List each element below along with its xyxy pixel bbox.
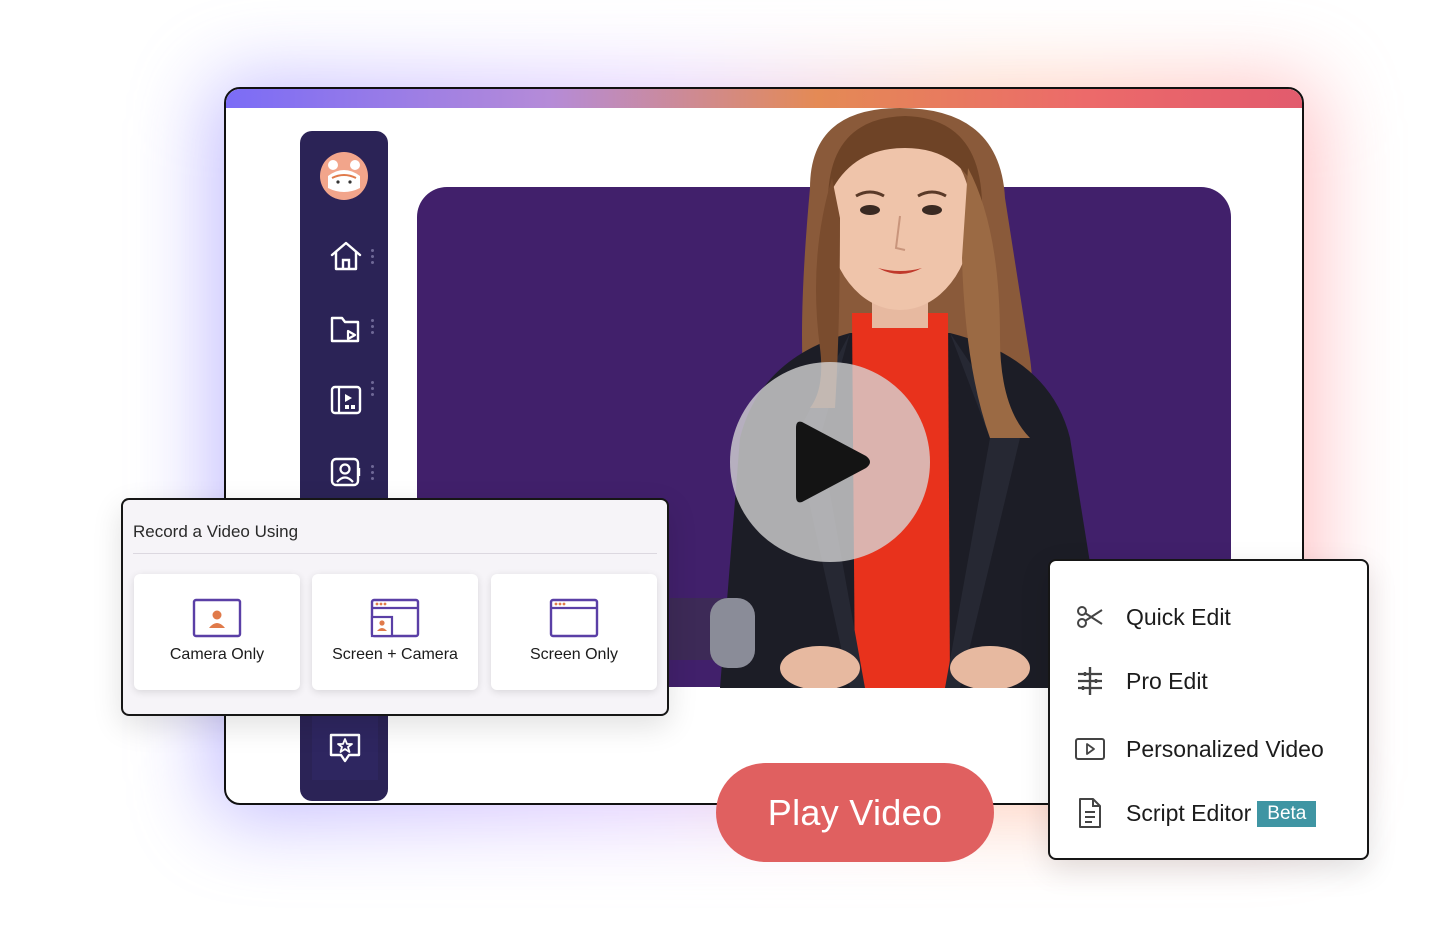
menu-item-script-editor[interactable]: Script Editor Beta: [1050, 793, 1367, 833]
sidebar-item-library[interactable]: [326, 380, 366, 420]
beta-badge: Beta: [1257, 800, 1317, 827]
screen-only-option[interactable]: Screen Only: [491, 574, 657, 690]
record-video-panel: Record a Video Using Camera Only Screen …: [121, 498, 669, 716]
sidebar-item-feedback[interactable]: [312, 716, 378, 780]
scissors-icon: [1074, 601, 1106, 633]
video-folder-icon: [330, 316, 360, 343]
quick-edit-label: Quick Edit: [1126, 603, 1231, 630]
screen-only-icon: [549, 598, 599, 638]
personalized-video-label: Personalized Video: [1126, 735, 1324, 762]
screen-camera-option[interactable]: Screen + Camera: [312, 574, 478, 690]
screen-camera-label: Screen + Camera: [332, 646, 458, 663]
video-library-icon: [330, 385, 362, 415]
camera-only-icon: [192, 598, 242, 638]
sidebar-item-home[interactable]: [326, 236, 366, 276]
video-play-button[interactable]: [730, 362, 930, 562]
video-play-icon: [1074, 733, 1106, 765]
menu-item-pro-edit[interactable]: Pro Edit: [1050, 661, 1367, 701]
screen-camera-icon: [370, 598, 420, 638]
sidebar-item-videos-more[interactable]: [371, 316, 375, 338]
sidebar-item-home-more[interactable]: [371, 246, 375, 268]
record-panel-title: Record a Video Using: [133, 522, 299, 541]
sidebar-item-contacts[interactable]: [326, 452, 366, 492]
camera-only-label: Camera Only: [169, 646, 265, 663]
avatar[interactable]: [320, 152, 368, 200]
script-editor-text: Script Editor: [1126, 799, 1252, 826]
home-icon: [330, 241, 362, 271]
sidebar-item-library-more[interactable]: [371, 378, 375, 400]
play-icon: [796, 421, 870, 503]
divider: [133, 553, 657, 554]
edit-menu: Quick Edit Pro Edit Personalized Video S…: [1048, 559, 1369, 860]
play-video-button[interactable]: Play Video: [716, 763, 994, 862]
contact-icon: [330, 457, 361, 487]
document-icon: [1074, 797, 1106, 829]
window-gradient-bar: [226, 89, 1302, 108]
sliders-icon: [1074, 665, 1106, 697]
screen-only-label: Screen Only: [529, 646, 619, 663]
camera-only-option[interactable]: Camera Only: [134, 574, 300, 690]
script-editor-label: Script Editor Beta: [1126, 799, 1317, 827]
pro-edit-label: Pro Edit: [1126, 667, 1208, 694]
mascot-icon: [328, 160, 360, 192]
sidebar-item-videos[interactable]: [326, 308, 366, 348]
sidebar-item-contacts-more[interactable]: [371, 462, 375, 484]
menu-item-personalized-video[interactable]: Personalized Video: [1050, 729, 1367, 769]
menu-item-quick-edit[interactable]: Quick Edit: [1050, 597, 1367, 637]
feedback-star-icon: [329, 733, 361, 763]
